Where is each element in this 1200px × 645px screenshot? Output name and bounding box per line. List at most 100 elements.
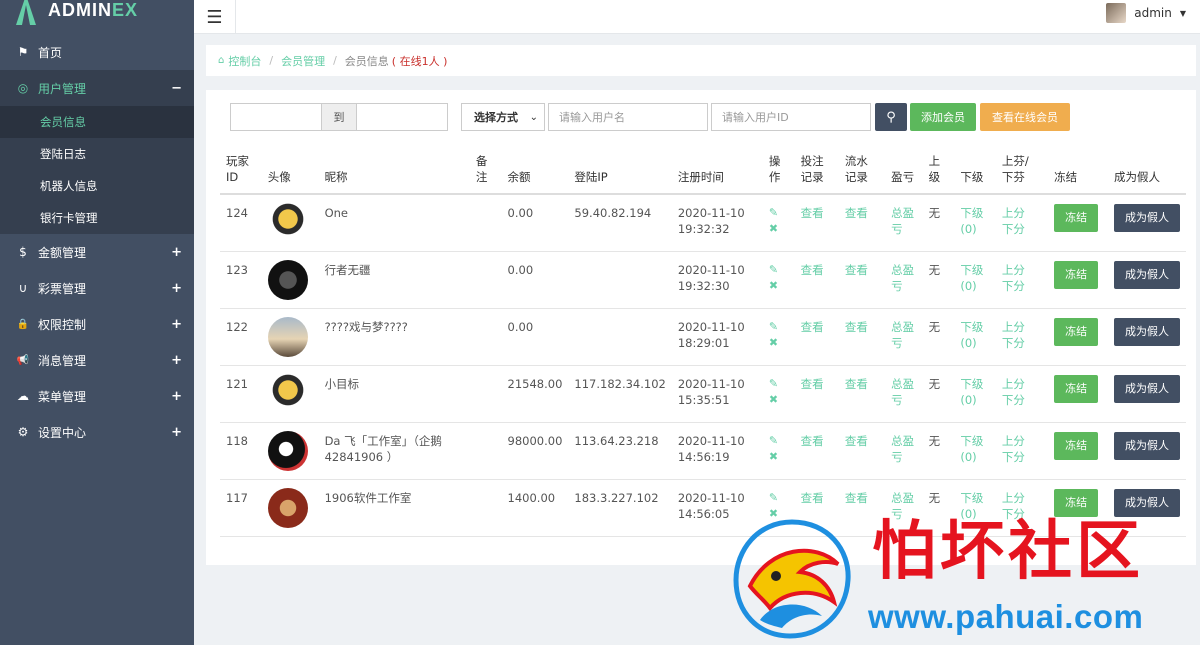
userid-input[interactable]: 请输入用户ID [711, 103, 871, 131]
player-id: 121 [220, 365, 262, 423]
profit-link[interactable]: 总盈亏 [891, 377, 914, 407]
sidebar-item-settings[interactable]: ⚙ 设置中心 + [0, 414, 194, 450]
lower-level-link[interactable]: 下级 (0) [960, 434, 983, 464]
sidebar-item-lottery[interactable]: ∪ 彩票管理 + [0, 270, 194, 306]
edit-icon[interactable]: ✎ [769, 490, 789, 506]
sidebar-subitem-login-log[interactable]: 登陆日志 [0, 138, 194, 170]
sub-score-link[interactable]: 下分 [1002, 222, 1025, 236]
collapse-icon[interactable]: − [171, 81, 182, 96]
col-updown: 上芬/下芬 [995, 146, 1049, 195]
profit-link[interactable]: 总盈亏 [891, 320, 914, 350]
user-menu[interactable]: admin ▼ [1106, 0, 1186, 26]
sidebar-item-messages[interactable]: 📢 消息管理 + [0, 342, 194, 378]
edit-icon[interactable]: ✎ [769, 376, 789, 392]
profit-link[interactable]: 总盈亏 [891, 263, 914, 293]
reg-time: 2020-11-10 15:35:51 [671, 365, 763, 423]
chevron-down-icon: ⌄ [529, 111, 538, 123]
flow-record-link[interactable]: 查看 [845, 434, 868, 448]
username-input[interactable]: 请输入用户名 [548, 103, 708, 131]
sidebar-subitem-bank-card[interactable]: 银行卡管理 [0, 202, 194, 234]
menu-toggle-icon[interactable]: ☰ [194, 0, 236, 34]
delete-icon[interactable]: ✖ [769, 392, 789, 408]
add-score-link[interactable]: 上分 [1002, 263, 1025, 277]
add-score-link[interactable]: 上分 [1002, 434, 1025, 448]
col-profit: 盈亏 [885, 146, 923, 195]
make-fake-button[interactable]: 成为假人 [1114, 431, 1180, 460]
expand-icon[interactable]: + [171, 317, 182, 332]
flow-record-link[interactable]: 查看 [845, 263, 868, 277]
online-count: ( 在线1人 ) [391, 54, 448, 68]
freeze-button[interactable]: 冻结 [1054, 317, 1099, 346]
edit-icon[interactable]: ✎ [769, 319, 789, 335]
date-to-input[interactable] [356, 103, 448, 131]
flow-record-link[interactable]: 查看 [845, 320, 868, 334]
add-score-link[interactable]: 上分 [1002, 320, 1025, 334]
view-online-button[interactable]: 查看在线会员 [980, 103, 1070, 131]
make-fake-button[interactable]: 成为假人 [1114, 260, 1180, 289]
sub-score-link[interactable]: 下分 [1002, 336, 1025, 350]
expand-icon[interactable]: + [171, 245, 182, 260]
sub-score-link[interactable]: 下分 [1002, 393, 1025, 407]
edit-icon[interactable]: ✎ [769, 433, 789, 449]
search-button[interactable]: ⚲ [875, 103, 907, 131]
flow-record-link[interactable]: 查看 [845, 377, 868, 391]
sidebar-item-permissions[interactable]: 🔒 权限控制 + [0, 306, 194, 342]
freeze-button[interactable]: 冻结 [1054, 260, 1099, 289]
make-fake-button[interactable]: 成为假人 [1114, 204, 1180, 232]
add-score-link[interactable]: 上分 [1002, 491, 1025, 505]
expand-icon[interactable]: + [171, 281, 182, 296]
bet-record-link[interactable]: 查看 [801, 491, 824, 505]
sidebar-subitem-member-info[interactable]: 会员信息 [0, 106, 194, 138]
freeze-button[interactable]: 冻结 [1054, 374, 1099, 403]
sidebar-item-home[interactable]: ⚑ 首页 [0, 34, 194, 70]
sidebar-item-user-management[interactable]: ◎ 用户管理 − [0, 70, 194, 106]
sidebar-subitem-robot-info[interactable]: 机器人信息 [0, 170, 194, 202]
avatar [1106, 3, 1127, 23]
sidebar-item-amount[interactable]: $ 金额管理 + [0, 234, 194, 270]
delete-icon[interactable]: ✖ [769, 449, 789, 465]
sub-score-link[interactable]: 下分 [1002, 279, 1025, 293]
lower-level-link[interactable]: 下级 (0) [960, 377, 983, 407]
profit-link[interactable]: 总盈亏 [891, 206, 914, 236]
date-from-input[interactable] [230, 103, 322, 131]
bet-record-link[interactable]: 查看 [801, 263, 824, 277]
make-fake-button[interactable]: 成为假人 [1114, 374, 1180, 403]
edit-icon[interactable]: ✎ [769, 262, 789, 278]
profit-link[interactable]: 总盈亏 [891, 434, 914, 464]
expand-icon[interactable]: + [171, 389, 182, 404]
caret-down-icon: ▼ [1179, 8, 1186, 18]
sidebar: ADMINEX ⚑ 首页 ◎ 用户管理 − 会员信息 登陆日志 机器人信息 银行… [0, 0, 194, 645]
flow-record-link[interactable]: 查看 [845, 206, 868, 220]
lower-level-link[interactable]: 下级 (0) [960, 320, 983, 350]
freeze-button[interactable]: 冻结 [1054, 431, 1099, 460]
expand-icon[interactable]: + [171, 353, 182, 368]
login-ip [568, 308, 672, 366]
bet-record-link[interactable]: 查看 [801, 206, 824, 220]
delete-icon[interactable]: ✖ [769, 221, 789, 237]
bet-record-link[interactable]: 查看 [801, 434, 824, 448]
lower-level-link[interactable]: 下级 (0) [960, 263, 983, 293]
breadcrumb-section[interactable]: 会员管理 [281, 53, 325, 69]
sub-score-link[interactable]: 下分 [1002, 450, 1025, 464]
edit-icon[interactable]: ✎ [769, 205, 789, 221]
login-ip: 113.64.23.218 [568, 422, 672, 480]
note [469, 479, 502, 537]
delete-icon[interactable]: ✖ [769, 278, 789, 294]
delete-icon[interactable]: ✖ [769, 335, 789, 351]
brand-logo[interactable]: ADMINEX [0, 0, 194, 34]
make-fake-button[interactable]: 成为假人 [1114, 317, 1180, 346]
add-score-link[interactable]: 上分 [1002, 377, 1025, 391]
bet-record-link[interactable]: 查看 [801, 377, 824, 391]
method-select[interactable]: 选择方式 ⌄ [461, 103, 545, 131]
sidebar-item-menus[interactable]: ☁ 菜单管理 + [0, 378, 194, 414]
player-id: 123 [220, 251, 262, 309]
bet-record-link[interactable]: 查看 [801, 320, 824, 334]
note [469, 422, 502, 480]
add-score-link[interactable]: 上分 [1002, 206, 1025, 220]
flow-record-link[interactable]: 查看 [845, 491, 868, 505]
add-member-button[interactable]: 添加会员 [910, 103, 976, 131]
breadcrumb-home[interactable]: 控制台 [228, 53, 261, 69]
freeze-button[interactable]: 冻结 [1054, 204, 1099, 232]
expand-icon[interactable]: + [171, 425, 182, 440]
lower-level-link[interactable]: 下级 (0) [960, 206, 983, 236]
